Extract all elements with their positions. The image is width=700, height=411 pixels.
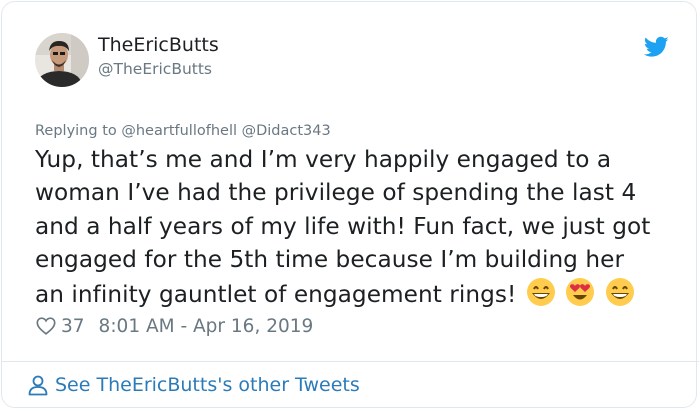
see-other-tweets-link[interactable]: See TheEricButts's other Tweets: [26, 373, 360, 397]
heart-outline-icon[interactable]: [35, 315, 57, 337]
user-handle[interactable]: @TheEricButts: [98, 60, 212, 78]
mention-link[interactable]: @Didact343: [242, 123, 331, 139]
tweet-text-line: engaged for the 5th time because I’m bui…: [35, 246, 625, 274]
display-name[interactable]: TheEricButts: [98, 34, 219, 56]
footer-divider: [1, 361, 699, 362]
see-other-tweets-label: See TheEricButts's other Tweets: [55, 374, 360, 396]
avatar[interactable]: [35, 33, 89, 87]
tweet-card: TheEricButts @TheEricButts Replying to @…: [1, 1, 697, 408]
tweet-text-line: woman I’ve had the privilege of spending…: [35, 179, 637, 207]
tweet-text-line: Yup, that’s me and I’m very happily enga…: [35, 146, 612, 173]
tweet-text-line-last: an infinity gauntlet of engagement rings…: [35, 277, 685, 311]
twitter-bird-icon[interactable]: [644, 36, 669, 58]
heart-eyes-emoji: [566, 277, 595, 306]
tweet-text-line: and a half years of my life with! Fun fa…: [35, 212, 651, 240]
tweet-text: Yup, that’s me and I’m very happily enga…: [35, 143, 685, 311]
grinning-face-emoji: [526, 277, 555, 306]
grinning-face-emoji: [605, 277, 634, 306]
person-outline-icon: [28, 375, 48, 396]
tweet-text-line: an infinity gauntlet of engagement rings…: [35, 280, 517, 308]
avatar-photo: [35, 33, 89, 87]
mention-link[interactable]: @heartfullofhell: [121, 123, 237, 139]
tweet-meta: 37 8:01 AM - Apr 16, 2019: [35, 314, 313, 338]
reply-context: Replying to @heartfullofhell @Didact343: [35, 123, 331, 139]
timestamp-link[interactable]: 8:01 AM - Apr 16, 2019: [99, 316, 314, 337]
like-count: 37: [61, 315, 85, 337]
replying-prefix: Replying to: [35, 123, 117, 139]
